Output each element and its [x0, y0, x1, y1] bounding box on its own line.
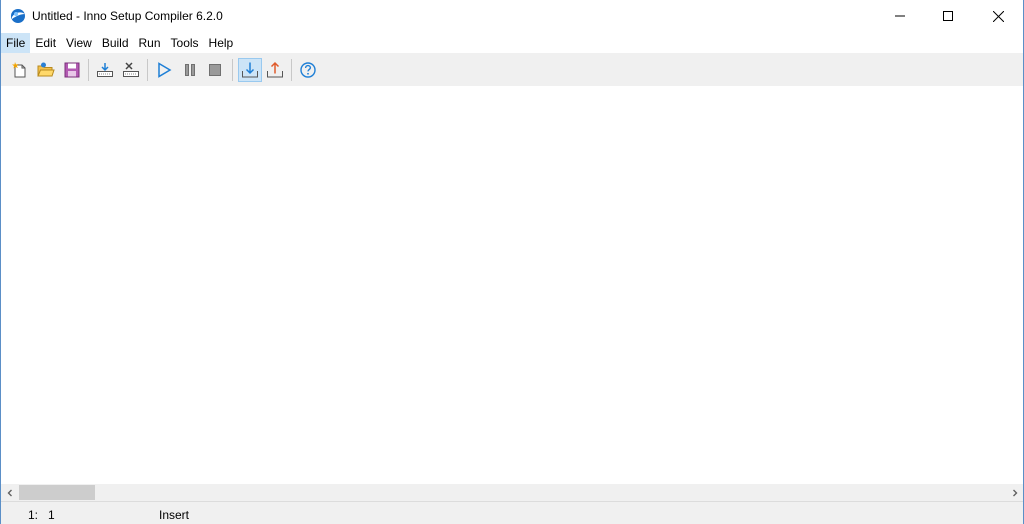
save-icon	[64, 62, 80, 78]
toolbar	[1, 53, 1023, 86]
target-setup-icon	[242, 62, 258, 78]
new-icon	[12, 62, 26, 78]
toolbar-separator	[88, 59, 89, 81]
chevron-right-icon	[1012, 489, 1017, 496]
stop-compile-button[interactable]	[119, 58, 143, 82]
scroll-left-button[interactable]	[1, 484, 18, 501]
maximize-button[interactable]	[925, 0, 971, 32]
compile-icon	[97, 63, 113, 77]
target-uninstall-icon	[267, 61, 283, 78]
compile-button[interactable]	[93, 58, 117, 82]
menu-bar: File Edit View Build Run Tools Help	[1, 33, 1023, 53]
close-icon	[992, 10, 1004, 22]
run-button[interactable]	[152, 58, 176, 82]
inno-setup-app-icon	[10, 8, 26, 24]
help-icon	[300, 62, 316, 78]
new-button[interactable]	[8, 58, 32, 82]
menu-view[interactable]: View	[61, 33, 97, 53]
insert-mode-indicator: Insert	[159, 508, 190, 522]
menu-tools[interactable]: Tools	[166, 33, 204, 53]
run-icon	[158, 62, 172, 78]
scroll-thumb[interactable]	[19, 485, 95, 500]
toolbar-separator	[147, 59, 148, 81]
chevron-left-icon	[7, 489, 12, 496]
menu-file[interactable]: File	[1, 33, 31, 53]
script-editor[interactable]	[1, 86, 1023, 484]
title-bar[interactable]: Untitled - Inno Setup Compiler 6.2.0	[1, 0, 1023, 33]
cursor-position: 1: 1	[28, 508, 55, 522]
minimize-icon	[895, 15, 905, 17]
target-setup-button[interactable]	[238, 58, 262, 82]
menu-run[interactable]: Run	[134, 33, 166, 53]
toolbar-separator	[291, 59, 292, 81]
maximize-icon	[943, 11, 953, 21]
pause-button[interactable]	[178, 58, 202, 82]
editor-gutter	[1, 86, 17, 484]
minimize-button[interactable]	[877, 0, 923, 32]
toolbar-separator	[232, 59, 233, 81]
menu-build[interactable]: Build	[97, 33, 134, 53]
horizontal-scrollbar[interactable]	[1, 484, 1023, 501]
menu-edit[interactable]: Edit	[30, 33, 61, 53]
pause-icon	[185, 64, 195, 76]
main-window: Untitled - Inno Setup Compiler 6.2.0 Fil…	[0, 0, 1024, 524]
status-bar: 1: 1 Insert	[1, 501, 1023, 524]
scroll-right-button[interactable]	[1006, 484, 1023, 501]
close-button[interactable]	[975, 0, 1021, 32]
save-button[interactable]	[60, 58, 84, 82]
stop-compile-icon	[123, 62, 139, 77]
terminate-button[interactable]	[203, 58, 227, 82]
open-icon	[37, 62, 55, 77]
terminate-icon	[209, 64, 221, 76]
window-title: Untitled - Inno Setup Compiler 6.2.0	[32, 9, 223, 23]
menu-help[interactable]: Help	[204, 33, 239, 53]
target-uninstall-button[interactable]	[263, 58, 287, 82]
open-button[interactable]	[34, 58, 58, 82]
help-button[interactable]	[296, 58, 320, 82]
